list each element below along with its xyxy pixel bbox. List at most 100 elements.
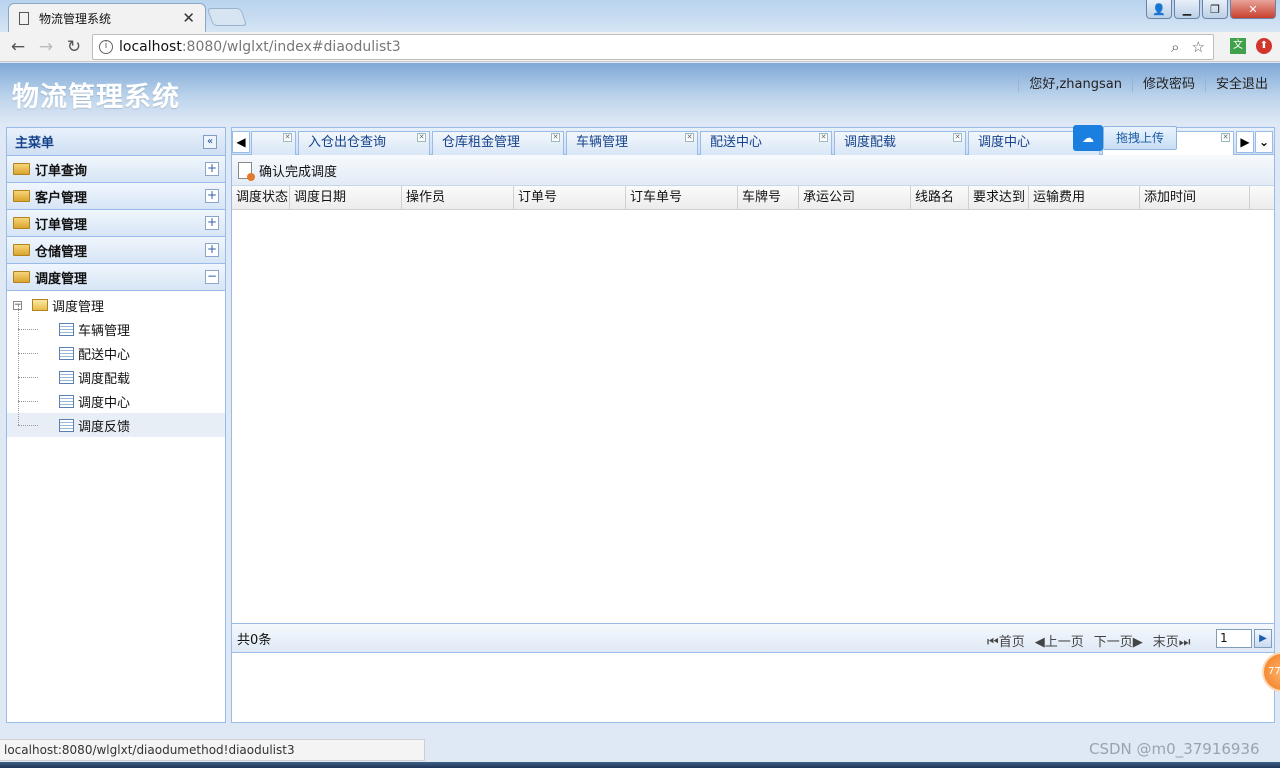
tree-item-vehicle-management[interactable]: 车辆管理: [7, 305, 225, 341]
column-header[interactable]: 承运公司: [799, 186, 911, 209]
column-header[interactable]: 添加时间: [1140, 186, 1250, 209]
cloud-icon: ☁: [1073, 125, 1103, 151]
close-tab-icon[interactable]: ✕: [551, 133, 560, 142]
content-panel: 确认完成调度 调度状态 调度日期 操作员 订单号 订车单号 车牌号 承运公司 线…: [231, 155, 1275, 723]
toolbar: 确认完成调度: [232, 155, 1274, 186]
accordion-label: 客户管理: [35, 190, 88, 206]
pager: 共0条 ⏮首页 ◀上一页 下一页▶ 末页⏭ 1 ▶: [232, 623, 1274, 653]
minimize-button[interactable]: ▁: [1174, 0, 1200, 19]
folder-icon: [13, 217, 30, 229]
forward-button[interactable]: →: [32, 37, 60, 57]
document-icon: [59, 370, 74, 384]
close-tab-icon[interactable]: ✕: [417, 133, 426, 142]
accordion-customer-management[interactable]: 客户管理 +: [7, 183, 225, 210]
user-links: 您好,zhangsan 修改密码 安全退出: [1018, 73, 1268, 92]
column-header[interactable]: 操作员: [402, 186, 514, 209]
sidebar-header: 主菜单 «: [7, 128, 225, 156]
confirm-dispatch-button[interactable]: 确认完成调度: [238, 161, 337, 181]
tree-item-label: 配送中心: [78, 347, 131, 363]
expand-icon[interactable]: +: [205, 216, 219, 230]
close-tab-icon[interactable]: ✕: [283, 133, 292, 142]
tree-item-label: 调度配载: [78, 371, 131, 387]
drag-upload-widget[interactable]: ☁ 拖拽上传: [1073, 125, 1177, 151]
document-icon: [59, 322, 74, 336]
watermark: CSDN @m0_37916936: [1089, 740, 1260, 758]
collapse-sidebar-icon[interactable]: «: [203, 134, 217, 149]
accordion-storage-management[interactable]: 仓储管理 +: [7, 237, 225, 264]
tree-item-dispatch-loading[interactable]: 调度配载: [7, 353, 225, 389]
column-header[interactable]: 调度日期: [290, 186, 402, 209]
back-button[interactable]: ←: [4, 37, 32, 57]
browser-tab-title: 物流管理系统: [39, 11, 112, 26]
info-icon[interactable]: i: [99, 40, 113, 54]
url-input[interactable]: i localhost:8080/wlglxt/index#diaodulist…: [92, 34, 1214, 60]
tree-root[interactable]: − 调度管理: [7, 293, 225, 317]
tree-item-distribution-center[interactable]: 配送中心: [7, 329, 225, 365]
column-header[interactable]: 线路名: [911, 186, 969, 209]
column-header[interactable]: 运输费用: [1029, 186, 1140, 209]
browser-tab[interactable]: 物流管理系统 ✕: [8, 3, 206, 32]
column-header[interactable]: 调度状态: [232, 186, 290, 209]
translate-extension-icon[interactable]: 文: [1230, 38, 1246, 54]
zoom-icon[interactable]: ⌕: [1171, 38, 1179, 56]
app-title: 物流管理系统: [12, 82, 180, 113]
close-tab-icon[interactable]: ✕: [182, 9, 195, 27]
expand-icon[interactable]: +: [205, 243, 219, 257]
expand-icon[interactable]: +: [205, 189, 219, 203]
go-page-button[interactable]: ▶: [1254, 629, 1272, 648]
tab-blank[interactable]: ✕: [251, 131, 296, 155]
new-tab-button[interactable]: [206, 8, 248, 26]
url-text: localhost:8080/wlglxt/index#diaodulist3: [119, 39, 401, 55]
tree-item-label: 调度反馈: [78, 419, 131, 435]
close-tab-icon[interactable]: ✕: [1221, 133, 1230, 142]
tab-vehicle-management[interactable]: 车辆管理 ✕: [566, 131, 698, 155]
close-tab-icon[interactable]: ✕: [685, 133, 694, 142]
tab-warehouse-io-query[interactable]: 入仓出仓查询 ✕: [298, 131, 430, 155]
close-tab-icon[interactable]: ✕: [953, 133, 962, 142]
tab-dispatch-loading[interactable]: 调度配载 ✕: [834, 131, 966, 155]
tree-item-label: 车辆管理: [78, 323, 131, 339]
folder-icon: [13, 244, 30, 256]
tree-item-dispatch-feedback[interactable]: 调度反馈: [7, 401, 225, 437]
reload-button[interactable]: ↻: [60, 37, 88, 57]
tab-distribution-center[interactable]: 配送中心 ✕: [700, 131, 832, 155]
upload-extension-icon[interactable]: ⬆: [1256, 38, 1272, 54]
column-header[interactable]: 订车单号: [626, 186, 738, 209]
grid-header: 调度状态 调度日期 操作员 订单号 订车单号 车牌号 承运公司 线路名 要求达到…: [232, 186, 1274, 210]
accordion-dispatch-management[interactable]: 调度管理 −: [7, 264, 225, 291]
close-window-button[interactable]: ✕: [1230, 0, 1276, 19]
tab-warehouse-rent[interactable]: 仓库租金管理 ✕: [432, 131, 564, 155]
last-page-link[interactable]: 末页⏭: [1153, 631, 1191, 650]
total-count: 共0条: [237, 632, 272, 648]
close-tab-icon[interactable]: ✕: [819, 133, 828, 142]
collapse-icon[interactable]: −: [205, 270, 219, 284]
column-header[interactable]: 订单号: [514, 186, 626, 209]
document-icon: [59, 394, 74, 408]
accordion-order-management[interactable]: 订单管理 +: [7, 210, 225, 237]
accordion-order-query[interactable]: 订单查询 +: [7, 156, 225, 183]
first-page-link[interactable]: ⏮首页: [987, 631, 1025, 650]
tab-scroll-right-icon[interactable]: ▶: [1236, 131, 1254, 153]
user-icon[interactable]: 👤: [1146, 0, 1172, 19]
maximize-button[interactable]: ❐: [1202, 0, 1228, 19]
tree-item-dispatch-center[interactable]: 调度中心: [7, 377, 225, 413]
bookmark-star-icon[interactable]: ☆: [1192, 38, 1205, 56]
tab-list-dropdown-icon[interactable]: ⌄: [1255, 131, 1273, 153]
expand-icon[interactable]: +: [205, 162, 219, 176]
page-number-input[interactable]: 1: [1216, 629, 1252, 648]
folder-icon: [13, 190, 30, 202]
logout-link[interactable]: 安全退出: [1204, 73, 1268, 92]
column-header[interactable]: 要求达到: [969, 186, 1029, 209]
column-header[interactable]: 车牌号: [738, 186, 799, 209]
tab-scroll-left-icon[interactable]: ◀: [232, 131, 250, 153]
change-password-link[interactable]: 修改密码: [1131, 73, 1205, 92]
drag-upload-label: 拖拽上传: [1103, 126, 1177, 150]
extension-icons: 文 ⬆: [1230, 38, 1272, 54]
user-greeting: 您好,zhangsan: [1018, 73, 1132, 92]
next-page-link[interactable]: 下一页▶: [1094, 631, 1143, 650]
sidebar-title: 主菜单: [15, 136, 55, 151]
prev-page-link[interactable]: ◀上一页: [1035, 631, 1084, 650]
address-bar: ← → ↻ i localhost:8080/wlglxt/index#diao…: [0, 32, 1280, 62]
document-icon: [59, 346, 74, 360]
tree-root-label: 调度管理: [52, 299, 105, 315]
